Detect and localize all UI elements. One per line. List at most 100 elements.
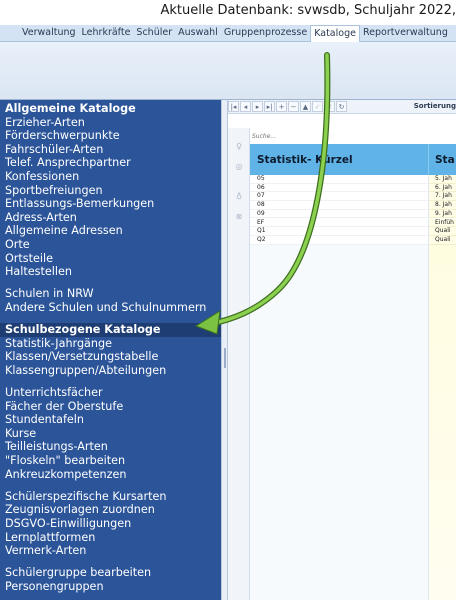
nav-up-button[interactable]: ▲ (300, 101, 311, 112)
cell-statistik[interactable]: Quali (429, 227, 456, 236)
sidebar-item[interactable]: Adress-Arten (5, 211, 221, 225)
menu-item-reportverwaltung[interactable]: Reportverwaltung (360, 25, 451, 41)
nav-refresh-button[interactable]: ↻ (336, 101, 347, 112)
title-bar: Aktuelle Datenbank: svwsdb, Schuljahr 20… (0, 0, 456, 25)
sidebar-item[interactable]: Fächer der Oberstufe (5, 400, 221, 414)
sidebar-item[interactable]: Andere Schulen und Schulnummern (5, 301, 221, 315)
column-header-kuerzel[interactable]: Statistik- Kürzel (250, 144, 429, 175)
sidebar-item[interactable]: Teilleistungs-Arten (5, 440, 221, 454)
sidebar-item[interactable]: Fahrschüler-Arten (5, 143, 221, 157)
sidebar-item[interactable]: Zeugnisvorlagen zuordnen (5, 503, 221, 517)
menu-bar: Verwaltung Lehrkräfte Schüler Auswahl Gruppe… (0, 25, 456, 42)
nav-add-button[interactable]: + (276, 101, 287, 112)
sidebar-item[interactable]: Klassengruppen/Abteilungen (5, 364, 221, 378)
sidebar-item[interactable]: Klassen/Versetzungstabelle (5, 350, 221, 364)
cell-statistik[interactable]: Quali (429, 235, 456, 245)
table-row[interactable]: EF Einfüh (250, 218, 456, 228)
cell-kuerzel[interactable]: 06 (250, 183, 429, 193)
table-row[interactable]: 08 8. Jah (250, 201, 456, 210)
sidebar-item[interactable]: Schülergruppe bearbeiten (5, 566, 221, 580)
cell-kuerzel[interactable]: 07 (250, 192, 429, 202)
settings-icon[interactable]: ⊗ (234, 212, 244, 222)
sidebar-item[interactable]: Telef. Ansprechpartner (5, 156, 221, 170)
cell-kuerzel[interactable]: 09 (250, 209, 429, 219)
nav-delete-button[interactable]: − (288, 101, 299, 112)
cell-statistik[interactable]: 5. Jah (429, 175, 456, 184)
cell-kuerzel[interactable]: Q1 (250, 227, 429, 236)
sidebar-item[interactable]: Sportbefreiungen (5, 184, 221, 198)
sidebar-item[interactable]: Orte (5, 238, 221, 252)
nav-confirm-button[interactable]: ✓ (312, 101, 323, 112)
sidebar-item[interactable]: Stundentafeln (5, 413, 221, 427)
cell-statistik[interactable]: 7. Jah (429, 192, 456, 202)
sidebar-group-allgemeine: Erzieher-Arten Förderschwerpunkte Fahrschü… (5, 116, 221, 279)
menu-item-verwaltung[interactable]: Verwaltung (19, 25, 79, 41)
sort-label: Sortierung (413, 102, 456, 110)
grid-empty-area (250, 245, 429, 600)
sidebar-group-schulen: Schulen in NRW Andere Schulen und Schulnu… (5, 287, 221, 314)
sidebar-item[interactable]: Haltestellen (5, 265, 221, 279)
table-row[interactable]: 06 6. Jah (250, 183, 456, 193)
nav-first-button[interactable]: |◂ (228, 101, 239, 112)
sidebar-navigation: Allgemeine Kataloge Erzieher-Arten Förder… (0, 100, 221, 600)
nav-prev-button[interactable]: ◂ (240, 101, 251, 112)
table-row[interactable]: 09 9. Jah (250, 209, 456, 219)
grid-header: Statistik- Kürzel Sta (250, 144, 456, 175)
sidebar-group-unterricht: Unterrichtsfächer Fächer der Oberstufe Stu… (5, 386, 221, 481)
nav-cancel-button[interactable]: ✕ (324, 101, 335, 112)
sidebar-item[interactable]: Konfessionen (5, 170, 221, 184)
cell-kuerzel[interactable]: Q2 (250, 235, 429, 245)
sidebar-item[interactable]: Kurse (5, 427, 221, 441)
menu-item-lehrkräfte[interactable]: Lehrkräfte (79, 25, 134, 41)
cell-kuerzel[interactable]: EF (250, 218, 429, 228)
content-panel: |◂◂▸▸|+−▲✓✕↻ Sortierung ♀ ◎ ♁ ⊗ Statisti… (228, 100, 456, 600)
sidebar-item[interactable]: Personengruppen (5, 580, 221, 594)
sidebar-item[interactable]: Ortsteile (5, 252, 221, 266)
nav-next-button[interactable]: ▸ (252, 101, 263, 112)
sidebar-item[interactable]: Unterrichtsfächer (5, 386, 221, 400)
lightbulb-icon[interactable]: ♀ (234, 142, 244, 152)
table-row[interactable]: Q2 Quali (250, 235, 456, 245)
sidebar-item[interactable]: Ankreuzkompetenzen (5, 468, 221, 482)
menu-item-schüler[interactable]: Schüler (133, 25, 175, 41)
pin-icon[interactable]: ♁ (234, 192, 244, 202)
splitter-handle[interactable] (221, 100, 228, 600)
sidebar-item[interactable]: DSGVO-Einwilligungen (5, 517, 221, 531)
sidebar-item[interactable]: "Floskeln" bearbeiten (5, 454, 221, 468)
splitter-grip[interactable] (224, 348, 226, 368)
sidebar-item[interactable]: Schülerspezifische Kursarten (5, 490, 221, 504)
cell-statistik[interactable]: 6. Jah (429, 183, 456, 193)
sidebar-item[interactable]: Lernplattformen (5, 531, 221, 545)
database-info: Aktuelle Datenbank: svwsdb, Schuljahr 20… (160, 3, 456, 18)
ribbon-toolbar (0, 42, 456, 100)
sidebar-group-schueler: Schülerspezifische Kursarten Zeugnisvorla… (5, 490, 221, 558)
sidebar-item[interactable]: Vermerk-Arten (5, 544, 221, 558)
cell-statistik[interactable]: 9. Jah (429, 209, 456, 219)
menu-item-kataloge[interactable]: Kataloge (310, 25, 360, 42)
search-input[interactable] (250, 130, 456, 142)
table-row[interactable]: 05 5. Jah (250, 175, 456, 184)
table-row[interactable]: 07 7. Jah (250, 192, 456, 202)
menu-item-gruppenprozesse[interactable]: Gruppenprozesse (221, 25, 310, 41)
menu-item-auswahl[interactable]: Auswahl (175, 25, 221, 41)
sidebar-group-gruppen: Schülergruppe bearbeiten Personengruppen (5, 566, 221, 593)
sidebar-item[interactable]: Erzieher-Arten (5, 116, 221, 130)
cell-statistik[interactable]: Einfüh (429, 218, 456, 228)
cell-statistik[interactable]: 8. Jah (429, 201, 456, 210)
cell-kuerzel[interactable]: 08 (250, 201, 429, 210)
cell-kuerzel[interactable]: 05 (250, 175, 429, 184)
nav-last-button[interactable]: ▸| (264, 101, 275, 112)
sidebar-item-schulbezogene-kataloge[interactable]: Schulbezogene Kataloge (0, 323, 221, 337)
column-header-statistik[interactable]: Sta (429, 144, 456, 175)
sidebar-item[interactable]: Allgemeine Adressen (5, 224, 221, 238)
sidebar-item[interactable]: Entlassungs-Bemerkungen (5, 197, 221, 211)
sidebar-item[interactable]: Förderschwerpunkte (5, 129, 221, 143)
sidebar-item[interactable]: Statistik-Jahrgänge (5, 337, 221, 351)
table-row[interactable]: Q1 Quali (250, 227, 456, 236)
filter-icon[interactable]: ◎ (234, 162, 244, 172)
sidebar-item[interactable]: Schulen in NRW (5, 287, 221, 301)
